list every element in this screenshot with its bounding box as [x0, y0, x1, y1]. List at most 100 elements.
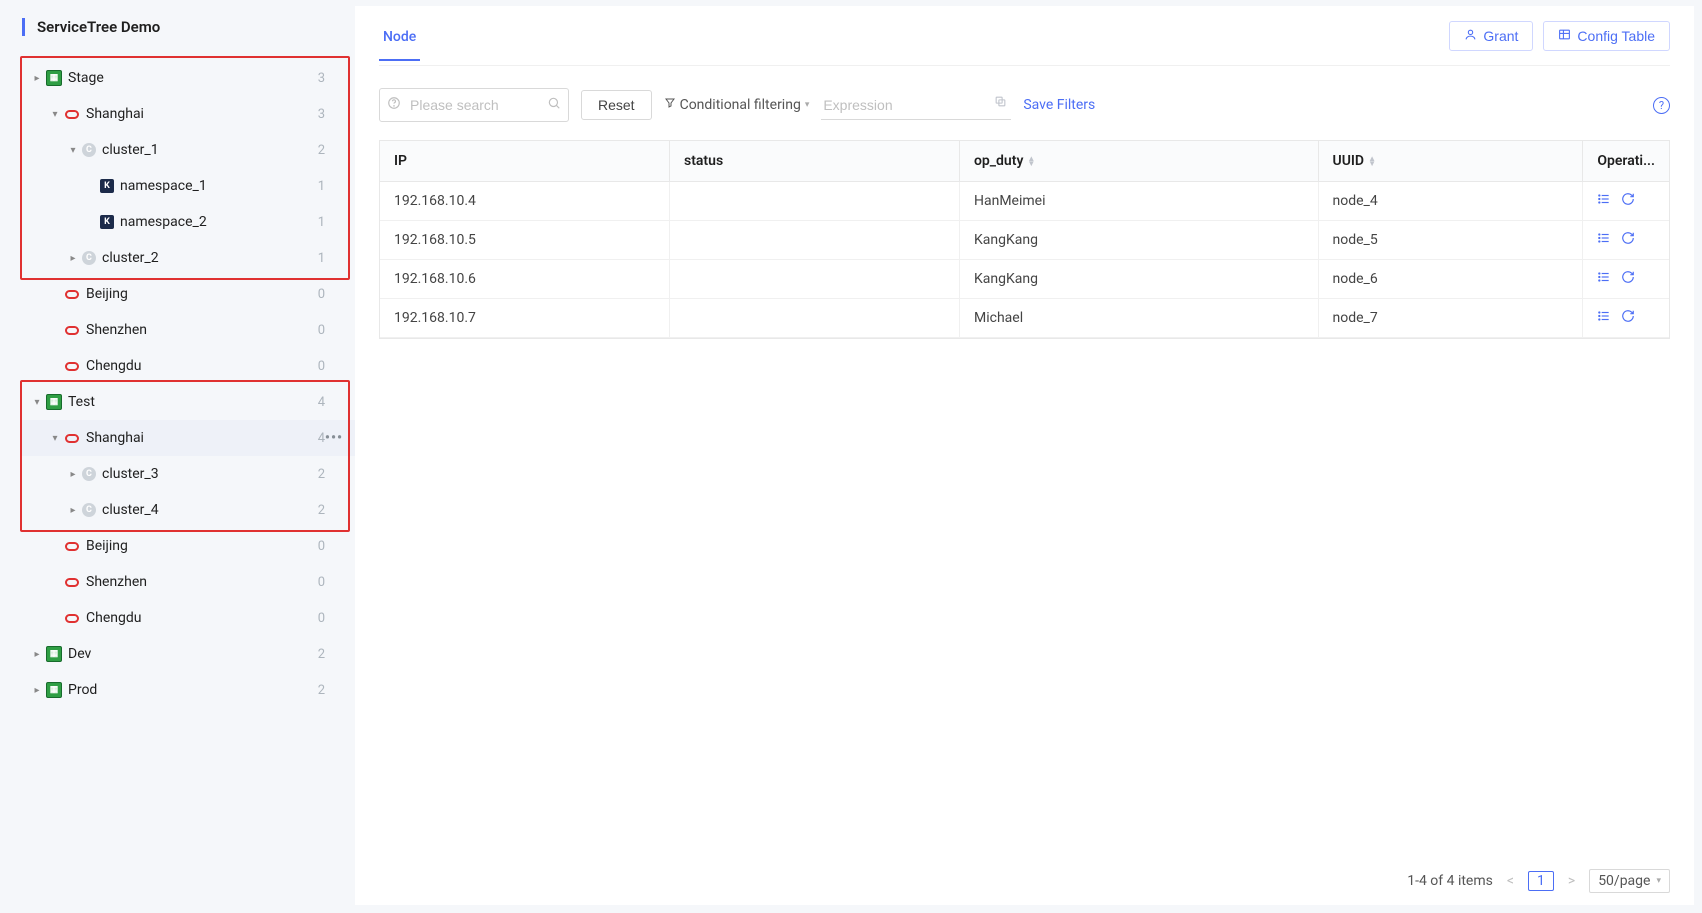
col-label: Operati...	[1597, 153, 1655, 169]
region-icon	[64, 358, 80, 374]
topbar: Node Grant Config Table	[379, 6, 1670, 66]
config-table-button[interactable]: Config Table	[1543, 21, 1670, 51]
more-icon[interactable]: •••	[325, 430, 343, 446]
expression-wrap	[821, 91, 1011, 120]
cell-status	[670, 299, 960, 338]
pager-prev[interactable]: <	[1503, 871, 1518, 891]
tree-node-label: Beijing	[86, 538, 305, 554]
cell-opduty: HanMeimei	[960, 182, 1319, 221]
tree-node-cluster_2[interactable]: ▸Ccluster_21	[22, 240, 355, 276]
tree-node-test[interactable]: ▾▦Test4	[22, 384, 355, 420]
caret-icon: ▸	[30, 73, 44, 84]
tree-node-count: 0	[305, 323, 325, 338]
tree-node-label: namespace_1	[120, 178, 305, 194]
col-status: status	[670, 141, 960, 182]
filter-bar: Reset Conditional filtering ▾ Save Filte…	[379, 88, 1670, 122]
cell-opduty: Michael	[960, 299, 1319, 338]
caret-icon: ▸	[66, 253, 80, 264]
cell-ip: 192.168.10.4	[380, 182, 670, 221]
cell-ops	[1583, 221, 1669, 260]
search-icon[interactable]	[547, 96, 561, 114]
grant-button[interactable]: Grant	[1449, 21, 1533, 51]
namespace-icon: K	[100, 179, 114, 193]
tree-node-cluster_3[interactable]: ▸Ccluster_32	[22, 456, 355, 492]
sidebar-title: ServiceTree Demo	[22, 18, 355, 36]
refresh-icon[interactable]	[1621, 270, 1635, 288]
config-label: Config Table	[1577, 28, 1655, 44]
tree-node-label: Shenzhen	[86, 574, 305, 590]
cell-uuid: node_5	[1319, 221, 1584, 260]
tree-node-count: 1	[305, 215, 325, 230]
col-uuid[interactable]: UUID▲▼	[1319, 141, 1584, 182]
tree-node-stage[interactable]: ▸▦Stage3	[22, 60, 355, 96]
cell-uuid: node_6	[1319, 260, 1584, 299]
col-label: IP	[394, 153, 407, 169]
cell-ops	[1583, 182, 1669, 221]
expression-input[interactable]	[821, 91, 1011, 120]
tab-node[interactable]: Node	[379, 11, 420, 61]
tree-node-dev[interactable]: ▸▦Dev2	[22, 636, 355, 672]
tree-node-chengdu[interactable]: Chengdu0	[22, 348, 355, 384]
conditional-filter-dropdown[interactable]: Conditional filtering ▾	[664, 97, 810, 113]
cell-ops	[1583, 299, 1669, 338]
refresh-icon[interactable]	[1621, 192, 1635, 210]
sort-icon: ▲▼	[1368, 156, 1376, 166]
tree-node-count: 0	[305, 539, 325, 554]
tree-node-count: 4	[305, 431, 325, 446]
reset-button[interactable]: Reset	[581, 90, 652, 120]
tree-node-prod[interactable]: ▸▦Prod2	[22, 672, 355, 708]
list-icon[interactable]	[1597, 270, 1611, 288]
pager-page-1[interactable]: 1	[1528, 871, 1554, 891]
list-icon[interactable]	[1597, 309, 1611, 327]
col-label: UUID	[1333, 153, 1365, 169]
col-opduty[interactable]: op_duty▲▼	[960, 141, 1319, 182]
copy-icon[interactable]	[994, 95, 1007, 112]
refresh-icon[interactable]	[1621, 231, 1635, 249]
help-icon[interactable]: ?	[1653, 97, 1670, 114]
search-input[interactable]	[379, 88, 569, 122]
tree-node-label: cluster_3	[102, 466, 305, 482]
pagination: 1-4 of 4 items < 1 > 50/page ▾	[379, 853, 1670, 893]
service-tree: ▸▦Stage3▾Shanghai3▾Ccluster_12Knamespace…	[22, 60, 355, 708]
region-icon	[64, 610, 80, 626]
tree-node-cluster_4[interactable]: ▸Ccluster_42	[22, 492, 355, 528]
tree-node-count: 0	[305, 575, 325, 590]
tree-node-shanghai[interactable]: ▾Shanghai3	[22, 96, 355, 132]
list-icon[interactable]	[1597, 192, 1611, 210]
caret-icon: ▸	[66, 469, 80, 480]
list-icon[interactable]	[1597, 231, 1611, 249]
cell-ip: 192.168.10.7	[380, 299, 670, 338]
pager-size-select[interactable]: 50/page ▾	[1589, 869, 1670, 893]
tree-node-shanghai[interactable]: ▾Shanghai4•••	[22, 420, 355, 456]
caret-icon: ▾	[66, 145, 80, 156]
node-table: IPstatusop_duty▲▼UUID▲▼Operati... 192.16…	[379, 140, 1670, 339]
cell-status	[670, 182, 960, 221]
tree-node-count: 2	[305, 647, 325, 662]
tree-node-count: 3	[305, 71, 325, 86]
stage-icon: ▦	[46, 394, 62, 410]
col-label: status	[684, 153, 723, 169]
table-row: 192.168.10.7Michaelnode_7	[380, 299, 1669, 338]
tree-node-label: Test	[68, 394, 305, 410]
pager-next[interactable]: >	[1564, 871, 1579, 891]
tree-node-count: 0	[305, 359, 325, 374]
tree-node-chengdu[interactable]: Chengdu0	[22, 600, 355, 636]
table-row: 192.168.10.5KangKangnode_5	[380, 221, 1669, 260]
cell-ip: 192.168.10.6	[380, 260, 670, 299]
table-row: 192.168.10.4HanMeimeinode_4	[380, 182, 1669, 221]
sidebar: ServiceTree Demo ▸▦Stage3▾Shanghai3▾Cclu…	[0, 0, 355, 913]
main-panel: Node Grant Config Table	[355, 6, 1694, 905]
tree-node-namespace_1[interactable]: Knamespace_11	[22, 168, 355, 204]
tree-node-shenzhen[interactable]: Shenzhen0	[22, 564, 355, 600]
tree-node-shenzhen[interactable]: Shenzhen0	[22, 312, 355, 348]
tree-node-cluster_1[interactable]: ▾Ccluster_12	[22, 132, 355, 168]
tree-node-beijing[interactable]: Beijing0	[22, 276, 355, 312]
region-icon	[64, 286, 80, 302]
tree-node-namespace_2[interactable]: Knamespace_21	[22, 204, 355, 240]
col-label: op_duty	[974, 153, 1023, 169]
region-icon	[64, 538, 80, 554]
tree-node-beijing[interactable]: Beijing0	[22, 528, 355, 564]
refresh-icon[interactable]	[1621, 309, 1635, 327]
region-icon	[64, 106, 80, 122]
save-filters-link[interactable]: Save Filters	[1023, 97, 1095, 113]
